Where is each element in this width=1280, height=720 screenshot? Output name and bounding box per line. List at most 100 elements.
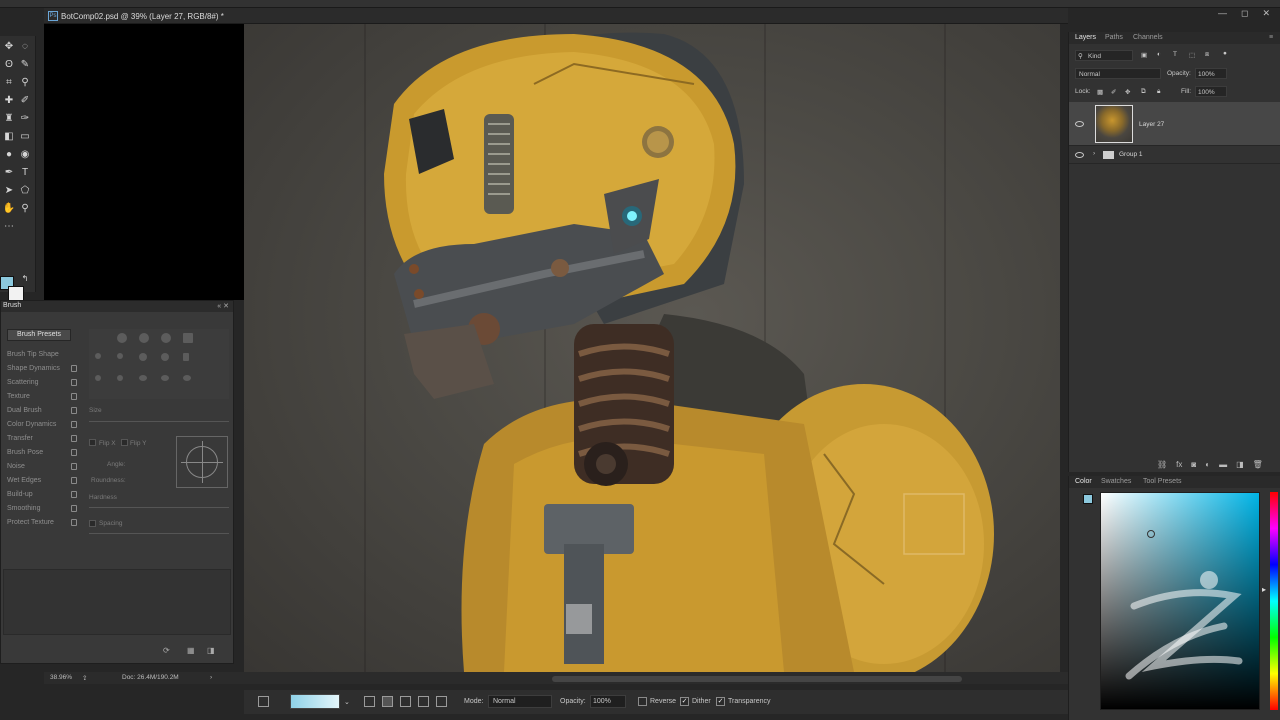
- eye-icon[interactable]: [1075, 152, 1084, 158]
- swap-colors-icon[interactable]: ↰: [18, 272, 32, 286]
- transfer-item[interactable]: Transfer: [7, 435, 33, 442]
- lock-icon[interactable]: [71, 407, 77, 414]
- lock-icon[interactable]: [71, 379, 77, 386]
- tab-channels[interactable]: Channels: [1133, 34, 1163, 41]
- brush-presets-button[interactable]: Brush Presets: [7, 329, 71, 341]
- smoothing-item[interactable]: Smoothing: [7, 505, 40, 512]
- lock-position-icon[interactable]: ✥: [1125, 88, 1130, 96]
- filter-type-icon[interactable]: T: [1173, 51, 1177, 58]
- lock-icon[interactable]: [71, 449, 77, 456]
- noise-item[interactable]: Noise: [7, 463, 25, 470]
- shape-dynamics-item[interactable]: Shape Dynamics: [7, 365, 60, 372]
- more-tools-icon[interactable]: ⋯: [2, 220, 16, 234]
- blur-icon[interactable]: ●: [2, 148, 16, 162]
- lock-icon[interactable]: [71, 421, 77, 428]
- panel-collapse-icon[interactable]: « ✕: [217, 302, 229, 310]
- group-icon[interactable]: ▬: [1219, 460, 1227, 469]
- layer-opacity-field[interactable]: 100%: [1195, 68, 1227, 79]
- scattering-item[interactable]: Scattering: [7, 379, 39, 386]
- color-foreground-swatch[interactable]: [1083, 494, 1093, 504]
- dither-checkbox[interactable]: ✓: [680, 697, 689, 706]
- layer-row[interactable]: › Group 1: [1069, 146, 1280, 164]
- link-icon[interactable]: ⛓: [1157, 460, 1167, 469]
- lock-icon[interactable]: [71, 435, 77, 442]
- brush-panel-header[interactable]: Brush « ✕: [1, 301, 233, 312]
- export-icon[interactable]: ⇪: [82, 674, 87, 682]
- angle-gradient-icon[interactable]: [400, 696, 411, 707]
- tab-color[interactable]: Color: [1075, 478, 1092, 485]
- filter-pixel-icon[interactable]: ▣: [1141, 51, 1147, 59]
- tab-layers[interactable]: Layers: [1075, 34, 1096, 41]
- brush-icon[interactable]: ✐: [18, 94, 32, 108]
- hue-slider[interactable]: [1270, 492, 1278, 710]
- maximize-button[interactable]: ◻: [1241, 8, 1248, 22]
- quick-mask-icon[interactable]: [0, 276, 14, 290]
- new-layer-icon[interactable]: ◨: [1236, 460, 1244, 469]
- marquee-icon[interactable]: ◌: [18, 40, 32, 54]
- document-canvas[interactable]: [244, 24, 1060, 672]
- texture-item[interactable]: Texture: [7, 393, 30, 400]
- layer-row[interactable]: Layer 27: [1069, 102, 1280, 146]
- build-up-item[interactable]: Build-up: [7, 491, 33, 498]
- color-dynamics-item[interactable]: Color Dynamics: [7, 421, 56, 428]
- dodge-icon[interactable]: ◉: [18, 148, 32, 162]
- lock-icon[interactable]: [71, 365, 77, 372]
- zoom-level[interactable]: 38.96%: [50, 674, 72, 681]
- shape-icon[interactable]: ⬠: [18, 184, 32, 198]
- horizontal-scrollbar[interactable]: [552, 676, 962, 682]
- clone-stamp-icon[interactable]: ♜: [2, 112, 16, 126]
- spacing-slider[interactable]: [89, 533, 229, 534]
- transparency-checkbox[interactable]: ✓: [716, 697, 725, 706]
- filter-smart-object-icon[interactable]: ⧈: [1205, 51, 1209, 59]
- brush-grid-icon[interactable]: ▦: [187, 646, 195, 655]
- wet-edges-item[interactable]: Wet Edges: [7, 477, 41, 484]
- spacing-checkbox[interactable]: [89, 520, 96, 527]
- flip-y-checkbox[interactable]: [121, 439, 128, 446]
- crop-icon[interactable]: ⌗: [2, 76, 16, 90]
- eraser-icon[interactable]: ◧: [2, 130, 16, 144]
- lasso-icon[interactable]: ʘ: [2, 58, 16, 72]
- reverse-checkbox[interactable]: [638, 697, 647, 706]
- hardness-slider[interactable]: [89, 507, 229, 508]
- lock-pixels-icon[interactable]: ✐: [1111, 88, 1116, 96]
- quick-select-icon[interactable]: ✎: [18, 58, 32, 72]
- path-select-icon[interactable]: ➤: [2, 184, 16, 198]
- trash-icon[interactable]: 🗑︎: [1253, 460, 1263, 469]
- protect-texture-item[interactable]: Protect Texture: [7, 519, 54, 526]
- diamond-gradient-icon[interactable]: [436, 696, 447, 707]
- gradient-icon[interactable]: ▭: [18, 130, 32, 144]
- mode-select[interactable]: Normal: [488, 695, 552, 708]
- lock-icon[interactable]: [71, 463, 77, 470]
- lock-icon[interactable]: [71, 393, 77, 400]
- kind-filter-select[interactable]: Kind ⚲: [1075, 50, 1133, 61]
- pen-icon[interactable]: ✒: [2, 166, 16, 180]
- color-picker-cursor[interactable]: [1147, 530, 1155, 538]
- reflected-gradient-icon[interactable]: [418, 696, 429, 707]
- eye-icon[interactable]: [1075, 121, 1084, 127]
- minimize-button[interactable]: —: [1218, 8, 1227, 22]
- brush-pose-item[interactable]: Brush Pose: [7, 449, 43, 456]
- brush-tip-shape-item[interactable]: Brush Tip Shape: [7, 351, 59, 358]
- filter-shape-icon[interactable]: ⬚: [1189, 51, 1195, 59]
- filter-adjustment-icon[interactable]: ◐: [1157, 51, 1161, 58]
- lock-icon[interactable]: [71, 491, 77, 498]
- hue-slider-arrow-icon[interactable]: ▸: [1262, 585, 1266, 594]
- size-slider[interactable]: [89, 421, 229, 422]
- fx-icon[interactable]: fx: [1176, 460, 1182, 469]
- lock-icon[interactable]: [71, 505, 77, 512]
- type-icon[interactable]: T: [18, 166, 32, 180]
- lock-all-icon[interactable]: 🔒︎: [1157, 88, 1160, 96]
- new-brush-icon[interactable]: ◨: [207, 646, 215, 655]
- chevron-right-icon[interactable]: ›: [1093, 150, 1095, 157]
- lock-artboard-icon[interactable]: ⧉: [1141, 88, 1146, 96]
- eyedropper-icon[interactable]: ⚲: [18, 76, 32, 90]
- status-arrow-icon[interactable]: ›: [210, 674, 212, 681]
- panel-menu-icon[interactable]: ≡: [1269, 34, 1273, 41]
- document-tab[interactable]: Ps BotComp02.psd @ 39% (Layer 27, RGB/8#…: [44, 8, 1068, 24]
- tab-tool-presets[interactable]: Tool Presets: [1143, 478, 1182, 485]
- lock-icon[interactable]: [71, 519, 77, 526]
- linear-gradient-icon[interactable]: [364, 696, 375, 707]
- opacity-field[interactable]: 100%: [590, 695, 626, 708]
- zoom-icon[interactable]: ⚲: [18, 202, 32, 216]
- brush-tip-grid[interactable]: [89, 329, 229, 399]
